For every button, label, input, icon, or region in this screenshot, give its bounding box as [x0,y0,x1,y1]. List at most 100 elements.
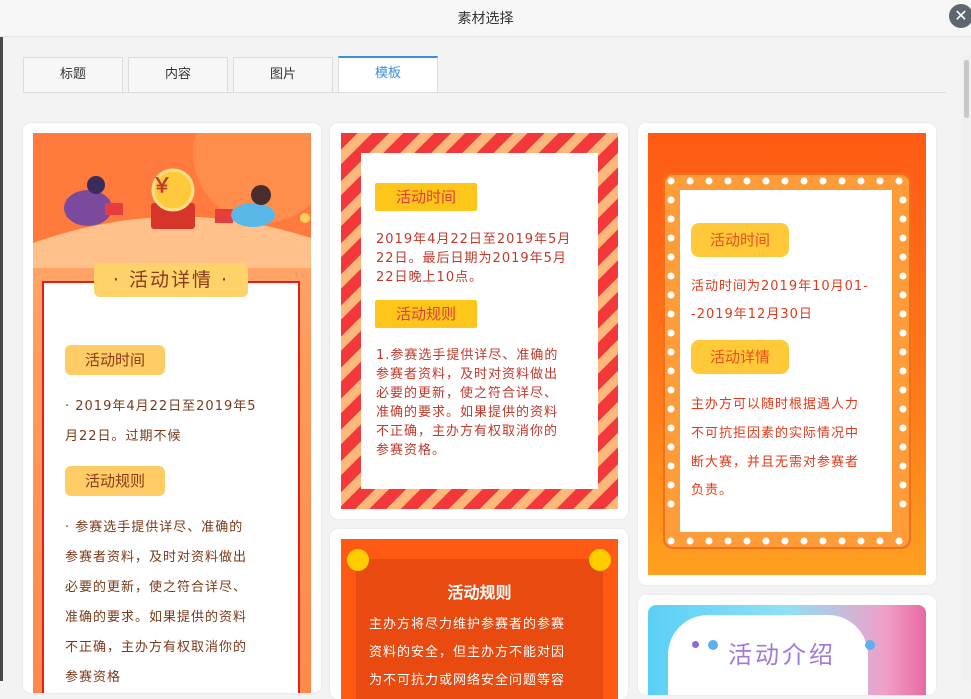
light-bulb [781,537,789,545]
template-3-time-line: 活动时间为2019年10月01- [691,279,869,294]
template-2-rules-line: 准确的要求。如果提供的资料 [376,405,559,420]
template-4-line: 主办方将尽力维护参赛者的参赛 [369,617,566,632]
template-4-dot-left [347,549,369,571]
light-bulb [899,253,907,261]
template-2-rules-line: 参赛者资料，及时对资料做出 [376,367,559,382]
tab-content[interactable]: 内容 [128,57,228,93]
light-bulb [899,443,907,451]
light-bulb [899,424,907,432]
light-bulb [899,462,907,470]
light-bulb [667,367,675,375]
light-bulb [743,537,751,545]
light-bulb [686,177,694,185]
scrollbar-thumb[interactable] [964,60,969,118]
template-3-detail-line: 断大赛，并且无需对参赛者 [691,455,860,470]
tab-title[interactable]: 标题 [23,57,123,93]
template-4-heading: 活动规则 [447,583,512,602]
light-bulb [667,443,675,451]
light-bulb [899,234,907,242]
light-bulb [667,462,675,470]
light-bulb [899,481,907,489]
template-2-rules-heading: 活动规则 [375,300,477,328]
template-2-time-heading: 活动时间 [375,183,477,211]
template-1-rules-line: 准确的要求。如果提供的资料 [65,610,248,625]
template-3-detail-line: 主办方可以随时根据遇人力 [691,397,860,412]
light-bulb [667,348,675,356]
template-1-banner: · 活动详情 · [94,263,248,297]
light-bulb [899,272,907,280]
template-2-rules-line: 参赛资格。 [376,443,447,458]
light-bulb [705,177,713,185]
light-bulb [667,196,675,204]
template-2-rules-line: 必要的更新，使之符合详尽、 [376,386,559,401]
template-card-5[interactable]: 活动介绍 [638,595,936,695]
tab-template[interactable]: 模板 [338,56,438,93]
template-card-1[interactable]: ￥ · 活动详情 · 活动时间 · 2019年4月22日至2019年5 月22日… [23,123,321,693]
template-5-dot [865,640,875,650]
template-4-line: 资料的安全，但主办方不能对因 [369,645,566,660]
light-bulb [899,500,907,508]
light-bulb [667,310,675,318]
light-bulb [819,537,827,545]
vertical-scrollbar[interactable] [962,55,971,681]
light-bulb [743,177,751,185]
light-bulb [667,215,675,223]
template-1-illustration [33,133,311,268]
light-bulb [667,424,675,432]
template-1-rules-line: 必要的更新，使之符合详尽、 [65,580,248,595]
template-2-time-line: 22日晚上10点。 [376,270,484,285]
light-bulb [705,537,713,545]
template-3-detail-heading: 活动详情 [691,340,789,374]
template-card-4[interactable]: 活动规则 主办方将尽力维护参赛者的参赛 资料的安全，但主办方不能对因 为不可抗力… [330,529,628,699]
light-bulb [876,177,884,185]
light-bulb [724,537,732,545]
light-bulb [762,177,770,185]
template-1-time-heading: 活动时间 [65,345,165,375]
light-bulb [899,291,907,299]
light-bulb [667,481,675,489]
template-1-rules-line: 参赛者资料，及时对资料做出 [65,550,248,565]
light-bulb [838,177,846,185]
light-bulb [800,177,808,185]
template-5-heading: 活动介绍 [728,641,836,669]
light-bulb [724,177,732,185]
light-bulb [838,537,846,545]
light-bulb [667,272,675,280]
dialog-title: 素材选择 [457,11,514,27]
light-bulb [899,310,907,318]
template-5-dot [708,640,718,650]
tab-image[interactable]: 图片 [233,57,333,93]
light-bulb [899,367,907,375]
light-bulb [667,405,675,413]
template-5-dot [692,641,699,648]
light-bulb [899,215,907,223]
light-bulb [667,500,675,508]
template-2-time-line: 22日。最后日期为2019年5月 [376,251,567,266]
template-card-3[interactable]: 活动时间 活动时间为2019年10月01- -2019年12月30日 活动详情 … [638,123,936,585]
template-3-time-line: -2019年12月30日 [691,307,813,322]
template-1-rules-line: 不正确，主办方有权取消你的 [65,640,248,655]
light-bulb [667,234,675,242]
light-bulb [899,405,907,413]
close-button[interactable]: ✕ [949,4,971,28]
template-4-dot-right [589,549,611,571]
template-card-2[interactable]: 活动时间 2019年4月22日至2019年5月 22日。最后日期为2019年5月… [330,123,628,519]
light-bulb [876,537,884,545]
template-3-detail-line: 负责。 [691,483,734,498]
dialog-titlebar: 素材选择 [0,0,971,37]
template-2-rules-line: 不正确，主办方有权取消你的 [376,424,559,439]
light-bulb [667,386,675,394]
template-3-time-heading: 活动时间 [691,223,789,257]
light-bulb [762,537,770,545]
tab-divider [23,92,946,93]
template-1-rules-heading: 活动规则 [65,466,165,496]
coin-symbol: ￥ [152,173,172,197]
template-2-time-line: 2019年4月22日至2019年5月 [376,232,572,247]
light-bulb [686,537,694,545]
light-bulb [899,196,907,204]
light-bulb [667,329,675,337]
light-bulb [899,386,907,394]
light-bulb [895,537,903,545]
template-2-rules-line: 1.参赛选手提供详尽、准确的 [376,348,559,363]
window-edge [0,0,3,681]
